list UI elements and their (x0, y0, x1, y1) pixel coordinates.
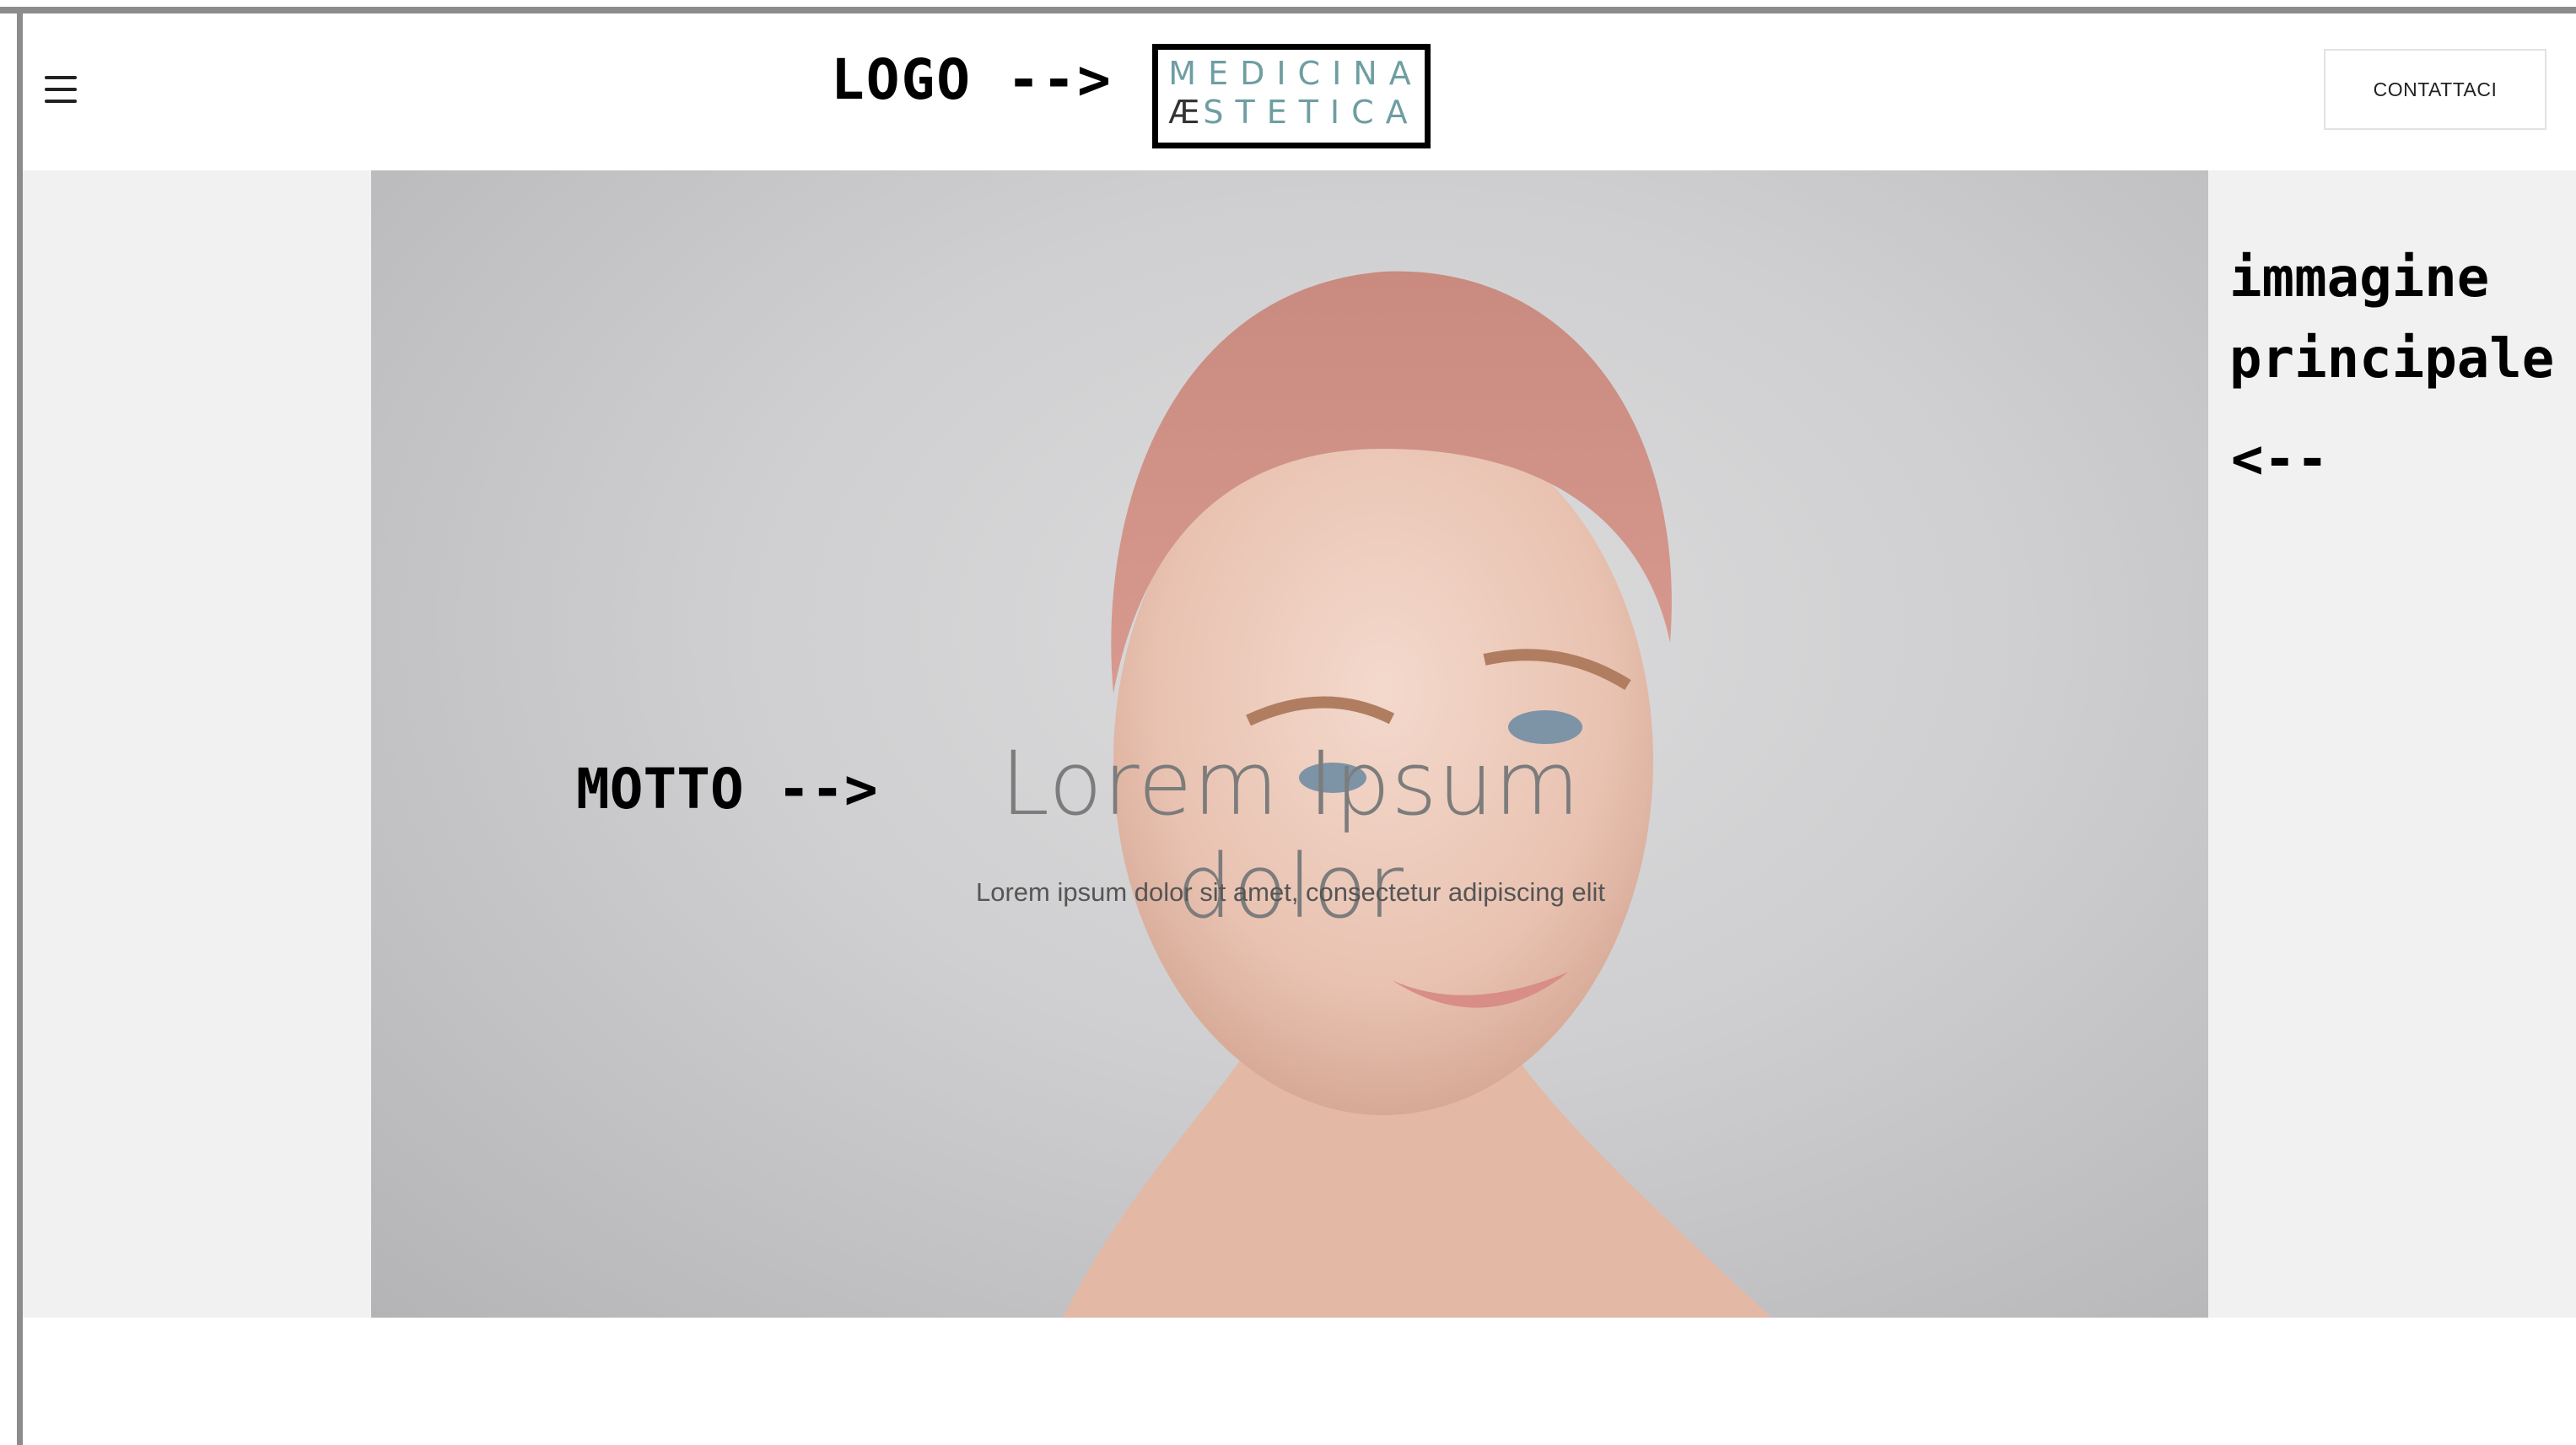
logo-text-aestetica: ÆSTETICA (1158, 94, 1425, 131)
logo-ae-ligature: Æ (1168, 94, 1204, 131)
image-annotation-arrow: <-- (2231, 429, 2329, 491)
site-logo[interactable]: MEDICINA ÆSTETICA (1152, 44, 1431, 148)
motto-annotation: MOTTO --> (576, 757, 878, 822)
contact-button[interactable]: CONTATTACI (2324, 49, 2546, 130)
page-frame-left (17, 7, 23, 1445)
logo-annotation: LOGO --> (831, 47, 1113, 112)
logo-text-medicina: MEDICINA (1168, 55, 1423, 92)
hero-subtitle: Lorem ipsum dolor sit amet, consectetur … (975, 877, 1606, 907)
logo-text-stetica: STETICA (1203, 94, 1420, 131)
hamburger-menu-icon[interactable] (45, 76, 77, 103)
image-annotation-line2: principale (2229, 328, 2555, 391)
page-frame-top (0, 7, 2576, 13)
image-annotation-line1: immagine (2229, 247, 2490, 310)
